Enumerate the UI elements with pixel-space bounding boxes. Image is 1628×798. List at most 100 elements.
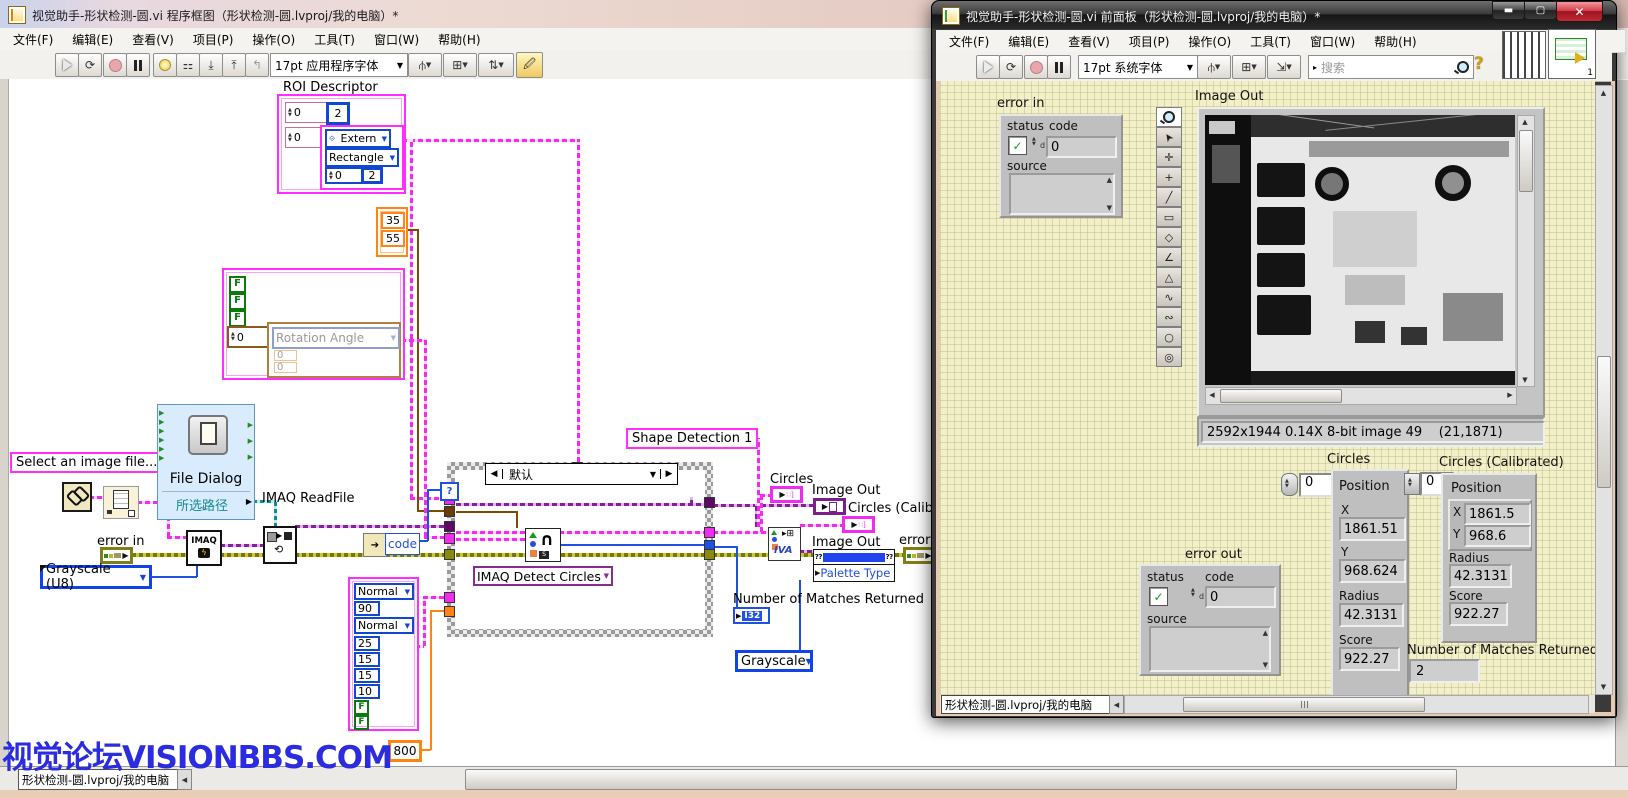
close-button[interactable]: ✕ bbox=[1556, 1, 1603, 22]
distribute-objects-button[interactable]: ⊞▼ bbox=[443, 53, 477, 77]
roi-id2[interactable]: 2 bbox=[361, 167, 383, 184]
bool-f3[interactable]: F bbox=[229, 310, 246, 327]
font-selector[interactable]: 17pt 系统字体▼ bbox=[1078, 55, 1198, 79]
imaq-detect-circles-node[interactable]: ∩ S bbox=[525, 528, 561, 562]
code-spinner[interactable]: ▲▼ bbox=[1032, 137, 1036, 147]
pan-tool[interactable]: ✛ bbox=[1156, 147, 1182, 167]
y-value[interactable]: 968.6 bbox=[1464, 525, 1531, 547]
select-tool[interactable]: ➤ bbox=[1156, 127, 1182, 147]
listbox-symbol-node[interactable] bbox=[103, 486, 139, 519]
highlight-execution-button[interactable] bbox=[153, 53, 177, 77]
score-value[interactable]: 922.27 bbox=[1449, 602, 1508, 626]
minimize-button[interactable]: ▬ bbox=[1492, 1, 1525, 20]
menu-help[interactable]: 帮助(H) bbox=[438, 31, 480, 48]
retain-wire-values-button[interactable]: ⚏ bbox=[176, 53, 200, 77]
freehand-region-tool[interactable]: ∾ bbox=[1156, 307, 1182, 327]
run-continuous-button[interactable]: ⟳ bbox=[999, 55, 1023, 79]
shape-detection-label[interactable]: Shape Detection 1 bbox=[626, 428, 758, 449]
zoom-tool[interactable] bbox=[1156, 107, 1182, 127]
align-objects-button[interactable]: ⫛▼ bbox=[1197, 55, 1231, 79]
error-code-field[interactable]: 0 bbox=[1205, 586, 1276, 608]
annulus-tool[interactable]: ◎ bbox=[1156, 347, 1182, 367]
grayscale-u8-ring[interactable]: Grayscale (U8)▼ bbox=[40, 565, 152, 589]
matches-value[interactable]: 2 bbox=[1409, 659, 1480, 683]
menu-operate[interactable]: 操作(O) bbox=[1188, 33, 1231, 50]
distribute-objects-button[interactable]: ⊞▼ bbox=[1232, 55, 1266, 79]
error-source-field[interactable]: ▲ ▼ bbox=[1009, 173, 1115, 215]
value-10[interactable]: 10 bbox=[354, 684, 380, 699]
maximize-button[interactable]: ▢ bbox=[1524, 1, 1557, 20]
step-out-button[interactable]: ↰ bbox=[245, 53, 269, 77]
help-icon[interactable]: ? bbox=[1474, 54, 1484, 74]
case-next-icon[interactable]: ▶ bbox=[660, 469, 677, 479]
error-code-field[interactable]: 0 bbox=[1046, 136, 1117, 158]
menu-edit[interactable]: 编辑(E) bbox=[72, 31, 113, 48]
front-panel-canvas[interactable]: error in status code ✓ ▲▼ d 0 source ▲ ▼… bbox=[940, 81, 1595, 695]
rotation-index[interactable]: ▲▼0 bbox=[227, 326, 271, 348]
circles-indicator-terminal[interactable]: ▶∷] bbox=[770, 486, 803, 503]
value-15a[interactable]: 15 bbox=[354, 652, 380, 667]
roi-extern-ring[interactable]: ⟐Extern▼ bbox=[325, 129, 391, 148]
error-status-checkbox[interactable]: ✓ bbox=[1149, 587, 1168, 606]
size-h[interactable]: 55 bbox=[381, 230, 405, 247]
fp-hscroll[interactable] bbox=[1124, 695, 1589, 714]
mode-ring-1[interactable]: Normal▼ bbox=[354, 583, 414, 600]
tab-scroll-left-icon[interactable]: ◀ bbox=[1109, 695, 1124, 714]
scroll-up-icon[interactable]: ▲ bbox=[1263, 629, 1268, 637]
menu-project[interactable]: 项目(P) bbox=[193, 31, 234, 48]
fp-hscroll-thumb[interactable] bbox=[1183, 697, 1425, 712]
roi-count[interactable]: 2 bbox=[326, 102, 350, 125]
rectangle-tool[interactable]: ▭ bbox=[1156, 207, 1182, 227]
vi-icon-button[interactable]: 1 bbox=[1548, 29, 1596, 79]
size-cluster[interactable]: 35 55 bbox=[376, 207, 408, 257]
search-input[interactable]: ▸ 搜索 bbox=[1308, 55, 1474, 79]
rotation-cluster[interactable]: F F F ▲▼0 Rotation Angle▼ 0 0 bbox=[222, 268, 405, 380]
error-code-extract-node[interactable]: ➔ bbox=[363, 533, 387, 557]
options-cluster[interactable]: Normal▼ 90 Normal▼ 25 15 15 10 F F bbox=[348, 577, 419, 731]
abort-button[interactable] bbox=[1024, 55, 1048, 79]
fp-status-tab[interactable]: 形状检测-圆.lvproj/我的电脑 bbox=[941, 695, 1112, 714]
code-spinner[interactable]: ▲▼ bbox=[1191, 588, 1195, 598]
reorder-button[interactable]: ⇅▼ bbox=[478, 53, 514, 77]
circles-index-spinner[interactable]: ▲▼ bbox=[1281, 473, 1298, 496]
x-value[interactable]: 1861.51 bbox=[1339, 517, 1406, 541]
bool-opt-f1[interactable]: F bbox=[354, 700, 369, 715]
detect-circles-ring-label[interactable]: IMAQ Detect Circles▼ bbox=[473, 566, 613, 586]
menu-window[interactable]: 窗口(W) bbox=[374, 31, 419, 48]
mode-ring-2[interactable]: Normal▼ bbox=[354, 617, 414, 634]
bd-hscroll-thumb[interactable] bbox=[465, 769, 1457, 790]
error-status-checkbox[interactable]: ✓ bbox=[1008, 136, 1027, 155]
pause-button[interactable] bbox=[1047, 55, 1071, 79]
pause-button[interactable] bbox=[126, 53, 150, 77]
rotated-rectangle-tool[interactable]: ◇ bbox=[1156, 227, 1182, 247]
value-90[interactable]: 90 bbox=[354, 601, 380, 616]
connector-pane-icon[interactable] bbox=[1502, 31, 1546, 79]
freehand-line-tool[interactable]: ∿ bbox=[1156, 287, 1182, 307]
menu-view[interactable]: 查看(V) bbox=[1068, 33, 1110, 50]
error-source-field[interactable]: ▲ ▼ bbox=[1149, 626, 1271, 672]
case-prev-icon[interactable]: ◀ bbox=[486, 469, 503, 479]
imaq-readfile-node[interactable]: ▶ ⟲ bbox=[263, 526, 297, 564]
menu-tools[interactable]: 工具(T) bbox=[314, 31, 355, 48]
roi-id[interactable]: ▲▼0 bbox=[325, 167, 363, 184]
scroll-down-icon[interactable]: ▼ bbox=[1107, 204, 1112, 212]
file-prompt-constant[interactable]: Select an image file... bbox=[10, 452, 163, 473]
menu-help[interactable]: 帮助(H) bbox=[1374, 33, 1416, 50]
menu-tools[interactable]: 工具(T) bbox=[1250, 33, 1291, 50]
collapse-chevron-icon[interactable]: ˇˇ bbox=[200, 507, 205, 517]
score-value[interactable]: 922.27 bbox=[1339, 647, 1400, 671]
x-value[interactable]: 1861.5 bbox=[1464, 503, 1531, 525]
bool-f1[interactable]: F bbox=[229, 276, 246, 293]
roi-shape-ring[interactable]: Rectangle▼ bbox=[325, 148, 399, 167]
step-over-button[interactable]: ⤒ bbox=[222, 53, 246, 77]
menu-view[interactable]: 查看(V) bbox=[132, 31, 174, 48]
run-continuous-button[interactable]: ⟳ bbox=[78, 53, 102, 77]
menu-window[interactable]: 窗口(W) bbox=[1310, 33, 1355, 50]
search-dropdown-icon[interactable]: ▸ bbox=[1313, 63, 1317, 72]
image-display[interactable]: ▲ ▼ ◀ ▶ bbox=[1197, 107, 1545, 417]
menu-operate[interactable]: 操作(O) bbox=[252, 31, 295, 48]
oval-tool[interactable]: ○ bbox=[1156, 327, 1182, 347]
value-15b[interactable]: 15 bbox=[354, 668, 380, 683]
menu-edit[interactable]: 编辑(E) bbox=[1008, 33, 1049, 50]
point-tool[interactable]: + bbox=[1156, 167, 1182, 187]
